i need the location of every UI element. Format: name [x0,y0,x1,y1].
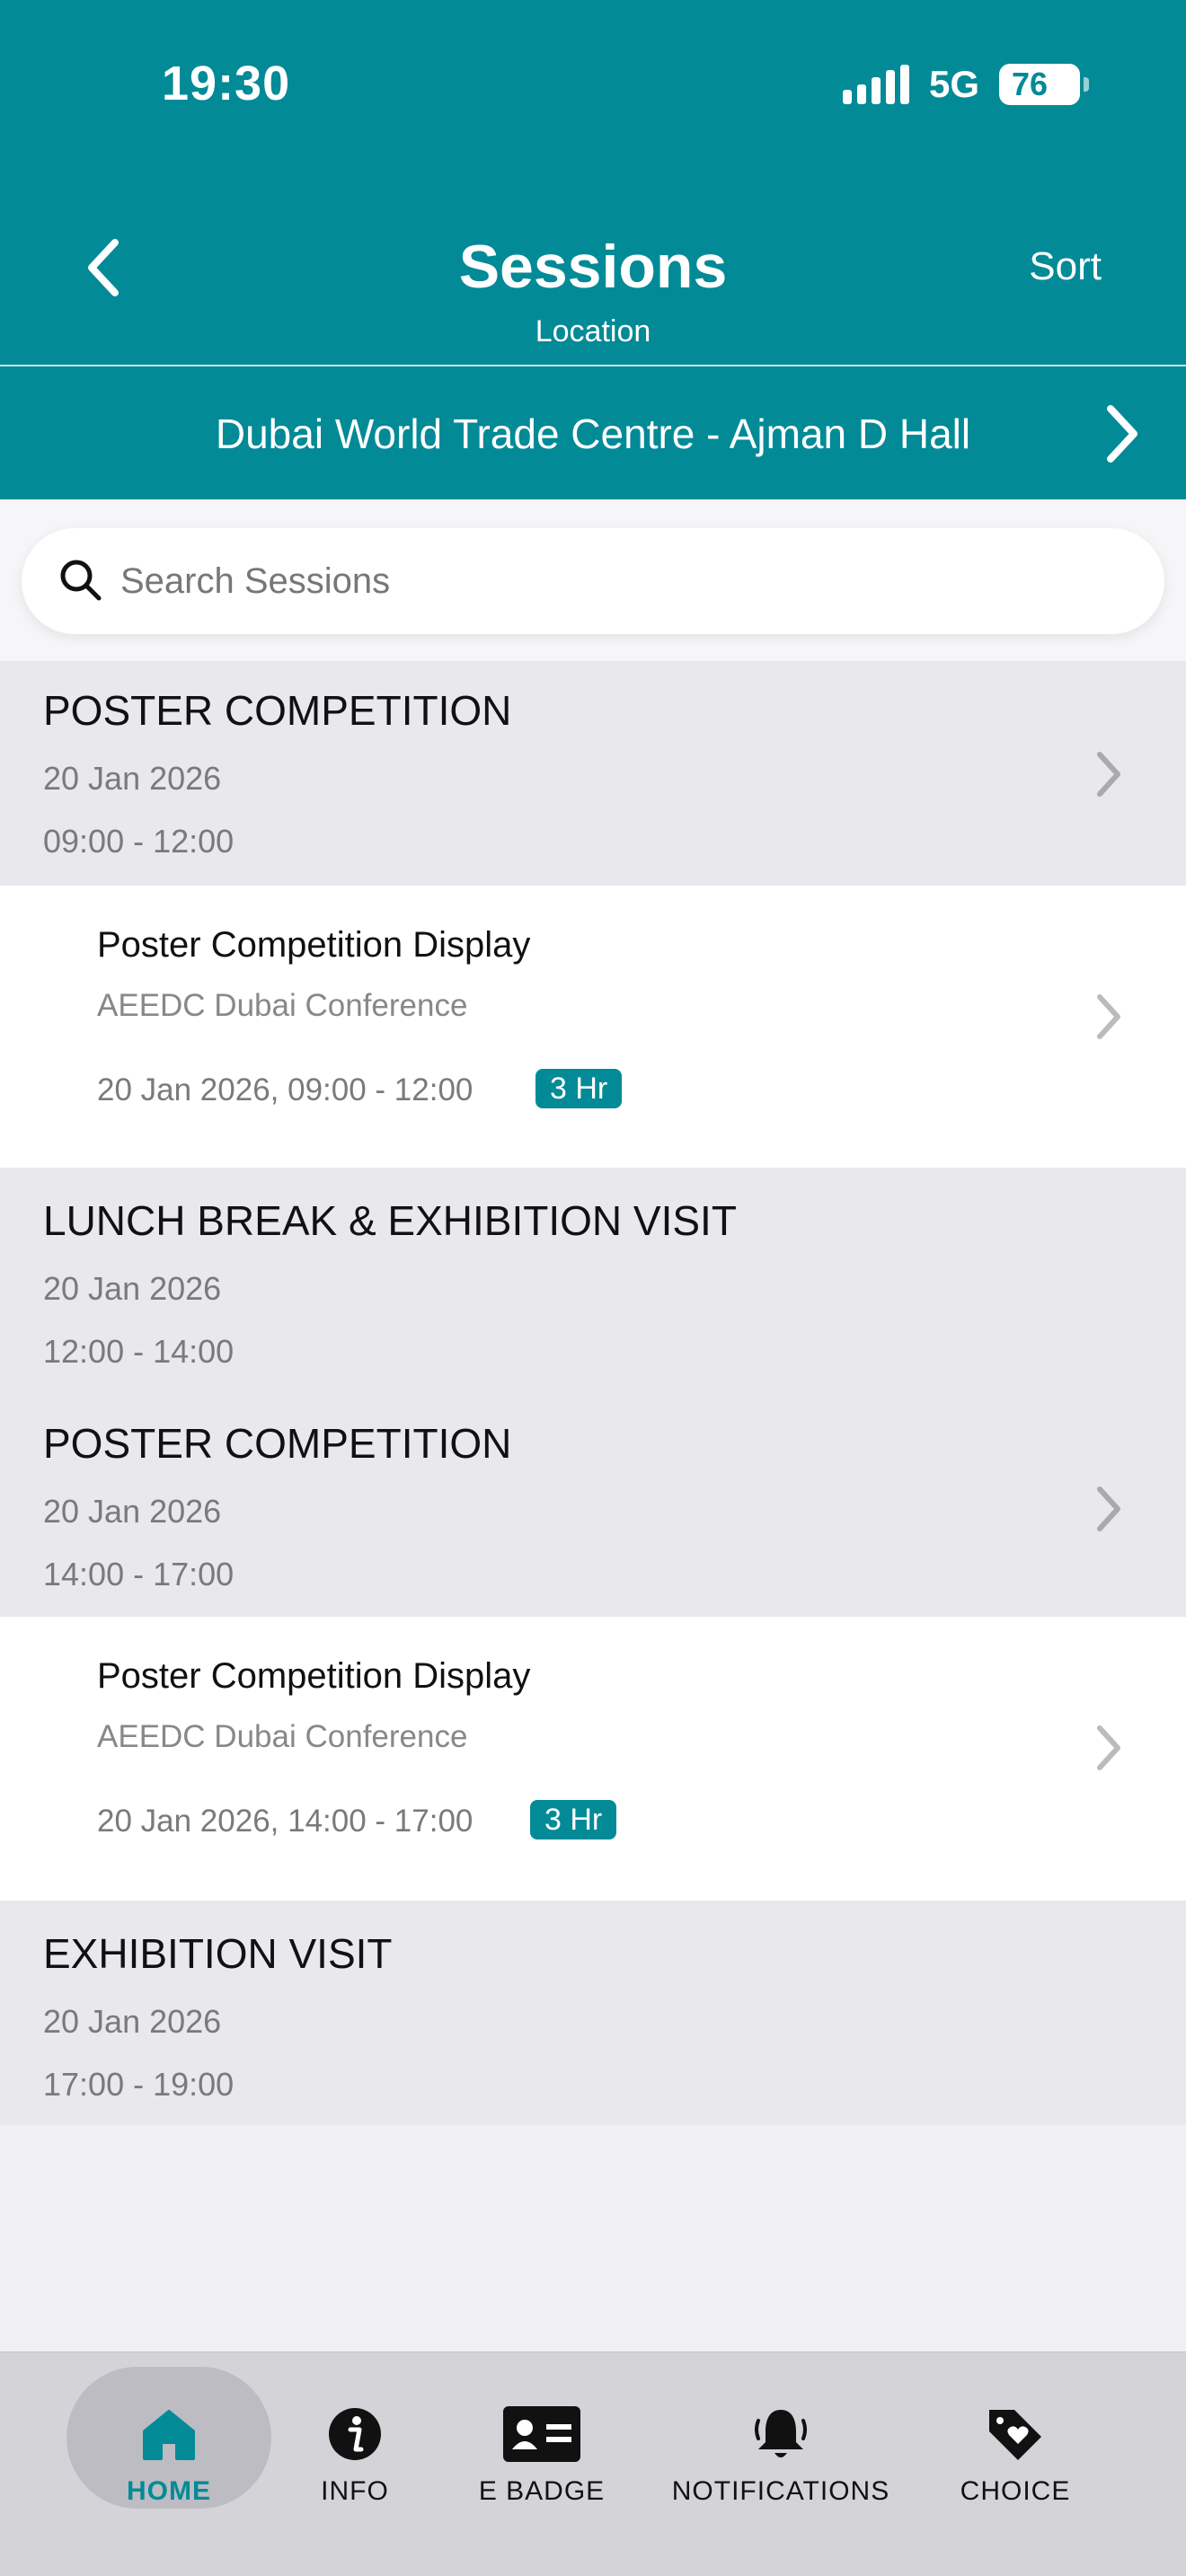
tab-label: HOME [127,2476,211,2506]
chevron-right-icon [1107,405,1137,463]
group-time: 17:00 - 19:00 [43,2066,235,2103]
tab-label: INFO [321,2476,389,2506]
tab-label: E BADGE [478,2476,606,2506]
signal-icon [842,65,909,104]
bottom-tab-bar: HOME INFO E BADGE NOTIFICATIONS CHOICE [0,2351,1186,2576]
group-time: 09:00 - 12:00 [43,823,235,860]
group-date: 20 Jan 2026 [43,760,222,797]
session-item[interactable]: Poster Competition Display AEEDC Dubai C… [0,886,1186,1168]
duration-badge: 3 Hr [535,1069,623,1108]
group-time: 12:00 - 14:00 [43,1333,235,1370]
group-title: POSTER COMPETITION [43,1420,512,1467]
tab-choice[interactable]: CHOICE [943,2367,1087,2509]
session-title: Poster Competition Display [97,925,531,965]
session-group[interactable]: LUNCH BREAK & EXHIBITION VISIT 20 Jan 20… [0,1168,1186,1392]
badge-card-icon [503,2406,580,2462]
session-event: AEEDC Dubai Conference [97,1719,468,1754]
group-title: EXHIBITION VISIT [43,1930,393,1977]
group-date: 20 Jan 2026 [43,1270,222,1307]
group-title: POSTER COMPETITION [43,687,512,734]
page-subtitle: Location [535,314,651,348]
session-group[interactable]: POSTER COMPETITION 20 Jan 2026 09:00 - 1… [0,661,1186,886]
tab-notifications[interactable]: NOTIFICATIONS [663,2367,898,2509]
page-title: Sessions [458,233,728,301]
session-group[interactable]: EXHIBITION VISIT 20 Jan 2026 17:00 - 19:… [0,1901,1186,2125]
search-input[interactable] [120,553,1109,609]
session-datetime: 20 Jan 2026, 14:00 - 17:00 [97,1804,474,1839]
duration-badge: 3 Hr [530,1800,617,1839]
bell-icon [755,2410,807,2457]
group-time: 14:00 - 17:00 [43,1556,235,1592]
chevron-right-icon [1097,1725,1120,1770]
chevron-right-icon [1097,1486,1120,1531]
status-time: 19:30 [162,57,291,110]
status-indicators: 5G 76 [842,63,1089,106]
group-date: 20 Jan 2026 [43,2003,222,2040]
battery-level: 76 [1012,66,1049,102]
network-type: 5G [928,63,979,105]
session-datetime: 20 Jan 2026, 09:00 - 12:00 [97,1072,474,1107]
search-icon [60,560,102,601]
tab-home[interactable]: HOME [66,2367,271,2509]
session-item[interactable]: Poster Competition Display AEEDC Dubai C… [0,1617,1186,1901]
session-group[interactable]: POSTER COMPETITION 20 Jan 2026 14:00 - 1… [0,1392,1186,1617]
next-location-button[interactable] [1096,402,1150,465]
tab-label: CHOICE [960,2476,1071,2506]
search-area [0,499,1186,661]
info-icon [329,2408,381,2460]
search-bar[interactable] [22,528,1164,634]
location-selector[interactable]: Dubai World Trade Centre - Ajman D Hall [0,365,1186,499]
app-header: 19:30 5G 76 Sessions Location Sort [0,0,1186,365]
group-title: LUNCH BREAK & EXHIBITION VISIT [43,1197,737,1244]
chevron-right-icon [1097,752,1120,797]
tab-label: NOTIFICATIONS [671,2476,890,2506]
location-name: Dubai World Trade Centre - Ajman D Hall [215,410,971,457]
tab-e-badge[interactable]: E BADGE [456,2367,627,2509]
chevron-right-icon [1097,994,1120,1039]
tab-info[interactable]: INFO [288,2367,422,2509]
battery-icon: 76 [999,64,1089,105]
tag-heart-icon [989,2410,1041,2460]
home-icon [143,2410,195,2460]
session-title: Poster Competition Display [97,1656,531,1696]
sort-button[interactable]: Sort [1029,244,1102,289]
session-event: AEEDC Dubai Conference [97,988,468,1023]
group-date: 20 Jan 2026 [43,1493,222,1530]
